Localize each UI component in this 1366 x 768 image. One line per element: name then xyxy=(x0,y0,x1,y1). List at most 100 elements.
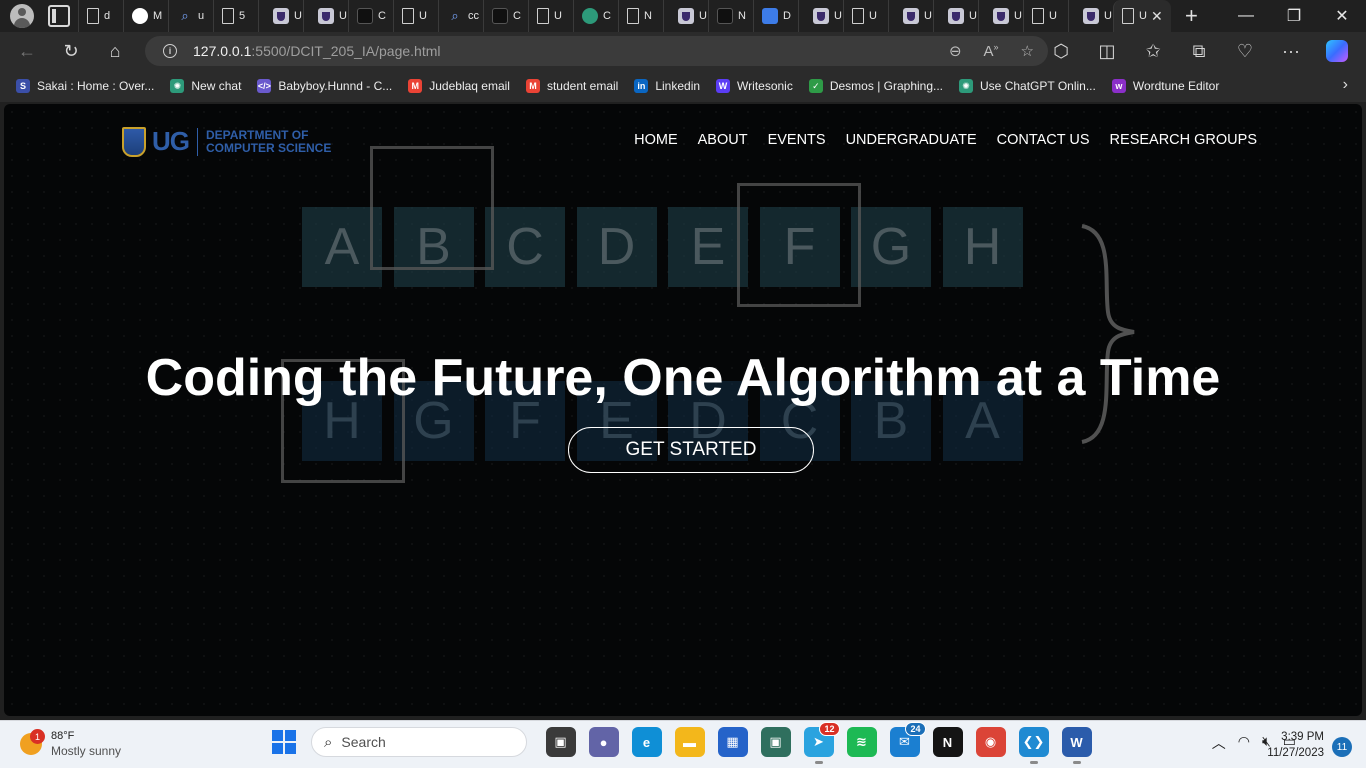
file-explorer-icon[interactable]: ▬ xyxy=(674,727,705,757)
favorites-icon[interactable]: ✩ xyxy=(1134,36,1172,66)
dark-app-icon xyxy=(357,8,373,24)
teams-chat-icon[interactable]: ● xyxy=(588,727,619,757)
browser-tab[interactable]: ⌕ cc xyxy=(438,0,483,32)
bookmark-item[interactable]: ✺ New chat xyxy=(170,79,241,93)
bookmark-item[interactable]: ✓ Desmos | Graphing... xyxy=(808,79,943,93)
weather-widget[interactable]: 1 88°F Mostly sunny xyxy=(20,729,121,759)
vscode-icon[interactable]: ❮❯ xyxy=(1018,727,1049,764)
browser-tab[interactable]: N xyxy=(618,0,663,32)
browser-tab[interactable]: U ✕ xyxy=(1113,0,1171,32)
new-tab-button[interactable]: + xyxy=(1185,3,1198,29)
nav-link-undergraduate[interactable]: UNDERGRADUATE xyxy=(846,132,977,148)
get-started-button[interactable]: GET STARTED xyxy=(568,427,814,473)
bookmark-item[interactable]: Mstudent email xyxy=(525,79,618,93)
site-logo[interactable]: UG DEPARTMENT OF COMPUTER SCIENCE xyxy=(122,126,331,157)
bookmark-item[interactable]: ✺ Use ChatGPT Onlin... xyxy=(959,79,1096,93)
profile-avatar-icon[interactable] xyxy=(10,4,34,28)
browser-tab[interactable]: 5 xyxy=(213,0,258,32)
store-icon[interactable]: ▦ xyxy=(717,727,748,757)
logo-divider xyxy=(197,127,198,156)
more-menu-icon[interactable]: ··· xyxy=(1272,36,1310,66)
home-button[interactable]: ⌂ xyxy=(98,36,132,66)
bookmark-favicon-icon: ✺ xyxy=(959,79,974,93)
doc-icon xyxy=(402,8,414,24)
nav-link-about[interactable]: ABOUT xyxy=(698,132,748,148)
bookmarks-overflow-chevron-icon[interactable]: › xyxy=(1343,76,1348,94)
browser-tab[interactable]: C xyxy=(483,0,528,32)
copilot-icon[interactable] xyxy=(1318,36,1356,66)
favorite-star-icon[interactable]: ☆ xyxy=(1021,42,1034,60)
task-view-icon[interactable]: ▣ xyxy=(545,727,576,757)
browser-tab[interactable]: U xyxy=(798,0,843,32)
nav-link-events[interactable]: EVENTS xyxy=(768,132,826,148)
wifi-icon[interactable]: ◠ xyxy=(1238,733,1250,753)
browser-tab[interactable]: C xyxy=(348,0,393,32)
tab-label: U xyxy=(294,10,302,22)
chrome-icon[interactable]: ◉ xyxy=(975,727,1006,757)
tab-actions-icon[interactable] xyxy=(48,5,70,27)
weather-sun-icon: 1 xyxy=(20,729,45,755)
browser-tab[interactable]: U xyxy=(393,0,438,32)
browser-tab[interactable]: U xyxy=(843,0,888,32)
main-nav: HOME ABOUT EVENTS UNDERGRADUATE CONTACT US RE… xyxy=(634,132,1257,148)
browser-tab[interactable]: U xyxy=(1023,0,1068,32)
browser-tab[interactable]: D xyxy=(753,0,798,32)
browser-tab[interactable]: U xyxy=(663,0,708,32)
bookmark-item[interactable]: in Linkedin xyxy=(634,79,700,93)
bookmark-item[interactable]: M Judeblaq email xyxy=(408,79,510,93)
browser-tab[interactable]: U xyxy=(978,0,1023,32)
browser-tab[interactable]: U xyxy=(528,0,573,32)
zoom-out-icon[interactable]: ⊖ xyxy=(949,42,962,60)
browser-tab[interactable]: N xyxy=(708,0,753,32)
edge-icon[interactable]: e xyxy=(631,727,662,757)
system-clock[interactable]: 3:39 PM 11/27/2023 xyxy=(1267,729,1324,761)
url-text[interactable]: 127.0.0.1:5500/DCIT_205_IA/page.html xyxy=(193,43,441,59)
browser-tab[interactable]: U xyxy=(933,0,978,32)
nav-link-research-groups[interactable]: RESEARCH GROUPS xyxy=(1110,132,1257,148)
minimize-button[interactable]: — xyxy=(1222,0,1270,32)
show-hidden-icons-chevron-icon[interactable]: ︿ xyxy=(1212,733,1226,753)
notification-count-badge[interactable]: 11 xyxy=(1332,737,1352,757)
app-badge: 12 xyxy=(819,722,840,736)
calendar-icon xyxy=(717,8,733,24)
bookmark-item[interactable]: W Writesonic xyxy=(716,79,793,93)
refresh-button[interactable]: ↻ xyxy=(54,36,88,66)
netflix-icon[interactable]: N xyxy=(932,727,963,757)
browser-tab[interactable]: d xyxy=(78,0,123,32)
mail-icon[interactable]: ✉ 24 xyxy=(889,722,926,757)
highlight-frame xyxy=(370,146,494,270)
browser-tab[interactable]: ⌕ u xyxy=(168,0,213,32)
tab-label: N xyxy=(644,10,652,22)
start-button-windows-icon[interactable] xyxy=(272,730,296,754)
browser-tab[interactable]: U xyxy=(258,0,303,32)
close-window-button[interactable]: ✕ xyxy=(1318,0,1366,32)
browser-essentials-icon[interactable]: ♡ xyxy=(1226,36,1264,66)
browser-tab[interactable]: C xyxy=(573,0,618,32)
app-glyph: ➤ xyxy=(813,734,824,749)
bookmark-item[interactable]: </> Babyboy.Hunnd - C... xyxy=(257,79,392,93)
tab-label: U xyxy=(339,10,347,22)
telegram-icon[interactable]: ➤ 12 xyxy=(803,722,840,764)
back-button[interactable]: ← xyxy=(10,36,44,66)
split-screen-icon[interactable]: ◫ xyxy=(1088,36,1126,66)
read-aloud-icon[interactable]: A» xyxy=(984,42,999,60)
bookmark-item[interactable]: S Sakai : Home : Over... xyxy=(16,79,154,93)
browser-tab[interactable]: M xyxy=(123,0,168,32)
site-info-icon[interactable]: i xyxy=(163,44,177,58)
restore-button[interactable]: ❐ xyxy=(1270,0,1318,32)
photos-icon[interactable]: ▣ xyxy=(760,727,791,757)
browser-tab[interactable]: U xyxy=(888,0,933,32)
collections-icon[interactable]: ⧉ xyxy=(1180,36,1218,66)
spotify-icon[interactable]: ≋ xyxy=(846,727,877,757)
bookmark-item[interactable]: w Wordtune Editor xyxy=(1111,79,1219,93)
extensions-icon[interactable]: ⬡ xyxy=(1042,36,1080,66)
taskbar-search-input[interactable]: ⌕ Search xyxy=(311,727,527,757)
nav-link-home[interactable]: HOME xyxy=(634,132,678,148)
nav-link-contact-us[interactable]: CONTACT US xyxy=(997,132,1090,148)
browser-tab[interactable]: U xyxy=(1068,0,1113,32)
highlight-frame xyxy=(737,183,861,307)
address-bar[interactable]: i 127.0.0.1:5500/DCIT_205_IA/page.html ⊖… xyxy=(145,36,1048,66)
close-tab-icon[interactable]: ✕ xyxy=(1151,8,1163,25)
browser-tab[interactable]: U xyxy=(303,0,348,32)
word-icon[interactable]: W xyxy=(1061,727,1092,764)
